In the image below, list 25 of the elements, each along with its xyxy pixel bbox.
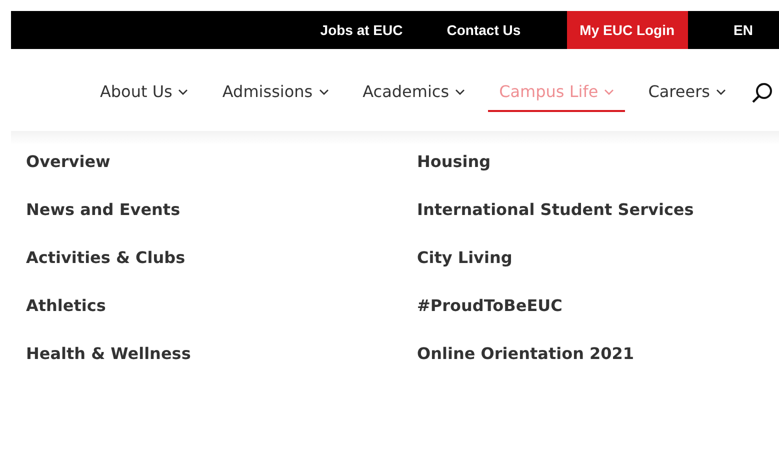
top-link[interactable]: Jobs at EUC — [298, 11, 425, 49]
chevron-down-icon — [318, 88, 329, 94]
menu-link[interactable]: #ProudToBeEUC — [417, 295, 562, 317]
chevron-down-icon — [604, 88, 614, 94]
menu-link[interactable]: Activities & Clubs — [26, 247, 186, 269]
menu-link[interactable]: Athletics — [26, 295, 106, 317]
top-link[interactable]: Contact Us — [424, 11, 543, 49]
nav-item[interactable]: About Us — [88, 74, 200, 112]
nav-item[interactable]: Admissions — [211, 74, 340, 112]
search-icon — [751, 82, 773, 104]
menu-link[interactable]: City Living — [417, 247, 512, 269]
chevron-down-icon — [178, 88, 188, 94]
menu-link[interactable]: Overview — [26, 151, 110, 173]
search-button[interactable] — [751, 82, 773, 104]
menu-link[interactable]: International Student Services — [417, 199, 694, 221]
menu-link[interactable]: Health & Wellness — [26, 343, 191, 365]
chevron-down-icon — [716, 88, 726, 94]
menu-link[interactable]: News and Events — [26, 199, 180, 221]
menu-link[interactable]: Housing — [417, 151, 491, 173]
chevron-down-icon — [455, 88, 466, 94]
nav-item[interactable]: Academics — [352, 74, 476, 112]
login-button[interactable]: My EUC Login — [566, 11, 688, 49]
language-selector[interactable]: EN — [688, 11, 779, 49]
nav-item[interactable]: Careers — [637, 74, 737, 112]
menu-link[interactable]: Online Orientation 2021 — [417, 343, 634, 365]
